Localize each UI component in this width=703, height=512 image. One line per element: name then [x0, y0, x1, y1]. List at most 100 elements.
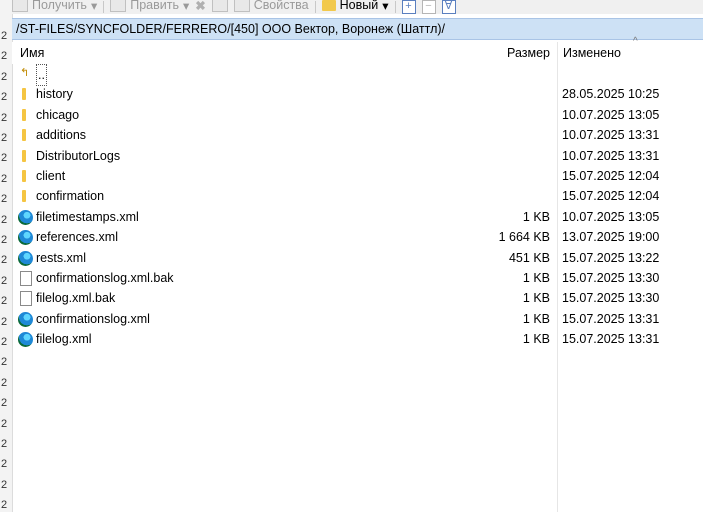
- folder-icon: [22, 190, 26, 203]
- file-row[interactable]: confirmationslog.xml 1 KB 15.07.2025 13:31: [12, 309, 703, 329]
- file-list-header: Имя Размер Изменено ^: [12, 36, 703, 64]
- minus-icon[interactable]: −: [421, 0, 436, 14]
- edit-button[interactable]: Править ▾: [110, 0, 189, 13]
- properties-button[interactable]: Свойства: [233, 0, 309, 12]
- folder-row[interactable]: history 28.05.2025 10:25: [12, 84, 703, 104]
- file-modified: 13.07.2025 19:00: [562, 230, 660, 245]
- file-modified: 15.07.2025 13:31: [562, 332, 660, 347]
- edge-xml-icon: [18, 311, 33, 327]
- adjacent-pane-char: 2: [1, 315, 8, 328]
- folder-icon: [22, 88, 26, 101]
- get-label: Получить: [32, 0, 87, 12]
- adjacent-pane-char: 2: [1, 376, 8, 389]
- folder-row[interactable]: DistributorLogs 10.07.2025 13:31: [12, 146, 703, 166]
- file-row[interactable]: confirmationslog.xml.bak 1 KB 15.07.2025 1…: [12, 268, 703, 288]
- file-modified: 10.07.2025 13:31: [562, 128, 660, 143]
- filter-icon[interactable]: ∀: [441, 0, 456, 14]
- rename-button[interactable]: [211, 0, 228, 12]
- edge-xml-icon: [18, 230, 33, 246]
- adjacent-pane-char: 2: [1, 50, 8, 63]
- file-icon: [20, 291, 32, 307]
- edge-xml-icon: [18, 332, 33, 348]
- file-name: additions: [36, 128, 87, 143]
- toolbar: Получить ▾ Править ▾ ✖ Свойства Новый ▾ …: [12, 0, 703, 14]
- file-name: DistributorLogs: [36, 148, 121, 163]
- adjacent-pane-char: 2: [1, 499, 8, 512]
- folder-row[interactable]: confirmation 15.07.2025 12:04: [12, 186, 703, 206]
- adjacent-pane-char: 2: [1, 172, 8, 185]
- adjacent-pane-char: 2: [1, 356, 8, 369]
- file-name: history: [36, 87, 73, 102]
- file-size: 1 KB: [522, 332, 550, 347]
- parent-folder-icon: ↰: [20, 67, 30, 79]
- plus-icon[interactable]: +: [401, 0, 416, 14]
- download-icon: [12, 0, 28, 12]
- adjacent-pane-char: 2: [1, 234, 8, 246]
- file-modified: 15.07.2025 12:04: [562, 189, 660, 204]
- toolbar-divider: [314, 1, 316, 13]
- properties-label: Свойства: [253, 0, 309, 12]
- file-modified: 10.07.2025 13:05: [562, 107, 660, 122]
- file-size: 1 KB: [522, 311, 550, 326]
- file-row[interactable]: rests.xml 451 KB 15.07.2025 13:22: [12, 248, 703, 268]
- file-name: confirmationslog.xml.bak: [36, 270, 174, 285]
- adjacent-pane-char: 2: [1, 417, 8, 430]
- file-row[interactable]: filetimestamps.xml 1 KB 10.07.2025 13:05: [12, 207, 703, 227]
- folder-row[interactable]: client 15.07.2025 12:04: [12, 166, 703, 186]
- file-size: 1 KB: [522, 209, 550, 224]
- parent-directory-row[interactable]: ↰..: [12, 64, 703, 86]
- adjacent-pane-char: 2: [1, 70, 8, 83]
- toolbar-divider: [103, 1, 105, 13]
- folder-icon: [22, 129, 26, 142]
- column-header-size[interactable]: Размер: [452, 42, 550, 64]
- column-header-modified[interactable]: Изменено: [563, 42, 621, 64]
- adjacent-pane-char: 2: [1, 274, 8, 287]
- edge-xml-icon: [18, 209, 33, 225]
- new-button[interactable]: Новый ▾: [321, 0, 389, 13]
- file-size: 1 664 KB: [498, 230, 550, 245]
- adjacent-pane-char: 2: [1, 397, 8, 410]
- get-button[interactable]: Получить ▾: [12, 0, 97, 13]
- adjacent-pane-char: 2: [1, 438, 8, 450]
- new-label: Новый: [339, 0, 379, 12]
- delete-icon: ✖: [195, 0, 206, 13]
- file-modified: 15.07.2025 13:30: [562, 291, 660, 306]
- adjacent-pane-char: 2: [1, 132, 8, 144]
- file-modified: 15.07.2025 12:04: [562, 168, 660, 183]
- file-modified: 15.07.2025 13:31: [562, 311, 660, 326]
- file-modified: 15.07.2025 13:22: [562, 250, 660, 265]
- file-name: confirmationslog.xml: [36, 311, 150, 326]
- new-folder-icon: [321, 0, 336, 11]
- edit-icon: [110, 0, 127, 12]
- adjacent-pane-char: 2: [1, 295, 8, 308]
- file-name: client: [36, 168, 66, 183]
- file-row[interactable]: filelog.xml 1 KB 15.07.2025 13:31: [12, 329, 703, 349]
- folder-row[interactable]: chicago 10.07.2025 13:05: [12, 105, 703, 125]
- file-name: ..: [36, 64, 47, 86]
- file-row[interactable]: references.xml 1 664 KB 13.07.2025 19:00: [12, 227, 703, 247]
- sort-ascending-icon: ^: [633, 36, 638, 47]
- file-row[interactable]: filelog.xml.bak 1 KB 15.07.2025 13:30: [12, 288, 703, 308]
- current-path: /ST-FILES/SYNCFOLDER/FERRERO/[450] ООО В…: [16, 22, 446, 36]
- file-name: confirmation: [36, 189, 105, 204]
- column-header-name[interactable]: Имя: [20, 42, 44, 64]
- file-name: filelog.xml.bak: [36, 291, 116, 306]
- folder-icon: [22, 149, 26, 162]
- path-bar[interactable]: /ST-FILES/SYNCFOLDER/FERRERO/[450] ООО В…: [12, 18, 703, 40]
- chevron-down-icon: ▾: [382, 0, 389, 13]
- adjacent-pane-char: 2: [1, 152, 8, 165]
- edit-label: Править: [130, 0, 179, 12]
- chevron-down-icon: ▾: [90, 0, 98, 13]
- file-size: 1 KB: [522, 291, 550, 306]
- file-list: ↰.. history 28.05.2025 10:25 chicago 10.07.2…: [12, 64, 703, 349]
- adjacent-pane-char: 2: [1, 111, 8, 124]
- chevron-down-icon: ▾: [182, 0, 190, 13]
- adjacent-pane-char: 2: [1, 458, 8, 471]
- folder-row[interactable]: additions 10.07.2025 13:31: [12, 125, 703, 145]
- adjacent-pane-char: 2: [1, 336, 8, 348]
- file-name: filetimestamps.xml: [36, 209, 139, 224]
- file-modified: 15.07.2025 13:30: [562, 270, 660, 285]
- file-modified: 10.07.2025 13:31: [562, 148, 660, 163]
- delete-button[interactable]: ✖: [195, 0, 205, 13]
- adjacent-pane-char: 2: [1, 478, 8, 491]
